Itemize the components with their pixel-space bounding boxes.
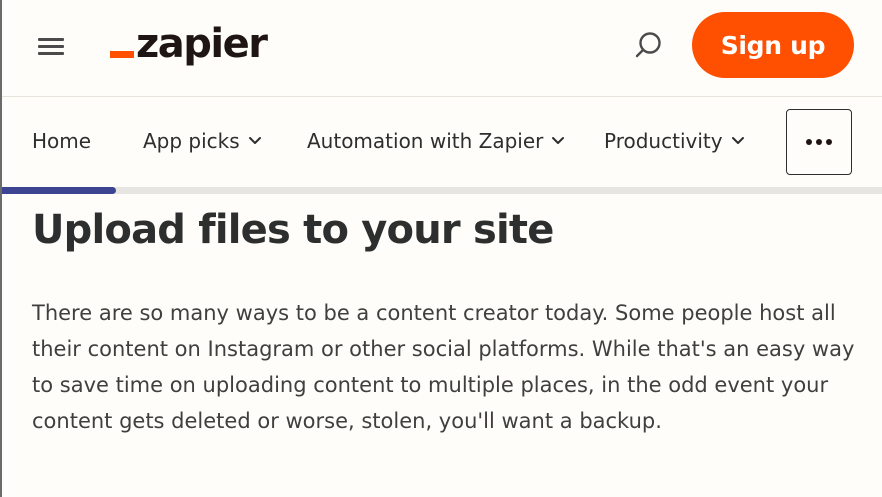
category-nav: Home App picks Automation with Zapier Pr… xyxy=(2,97,882,187)
article-title: Upload files to your site xyxy=(32,207,554,253)
nav-item-label: Productivity xyxy=(604,129,723,153)
zapier-logo[interactable]: zapier xyxy=(110,17,268,71)
nav-item-label: Home xyxy=(32,129,92,153)
chevron-down-icon xyxy=(552,137,565,144)
chevron-down-icon xyxy=(248,137,261,144)
nav-item-productivity[interactable]: Productivity xyxy=(604,129,745,153)
chevron-down-icon xyxy=(731,137,744,144)
hamburger-menu-icon[interactable] xyxy=(38,36,64,56)
nav-item-label: Automation with Zapier xyxy=(307,129,544,153)
sign-up-button[interactable]: Sign up xyxy=(692,12,854,78)
article-paragraph: There are so many ways to be a content c… xyxy=(32,301,855,433)
nav-item-home[interactable]: Home xyxy=(32,129,91,153)
site-header: zapier Sign up xyxy=(2,0,882,97)
reading-progress-fill xyxy=(2,187,117,194)
more-horizontal-icon[interactable] xyxy=(786,109,852,175)
reading-progress-bar xyxy=(2,187,882,194)
nav-item-app-picks[interactable]: App picks xyxy=(143,129,262,153)
logo-underscore xyxy=(110,50,134,58)
logo-wordmark: zapier xyxy=(136,21,268,67)
search-icon[interactable] xyxy=(630,28,666,64)
nav-item-automation-with-zapier[interactable]: Automation with Zapier xyxy=(307,129,565,153)
nav-item-label: App picks xyxy=(143,129,240,153)
